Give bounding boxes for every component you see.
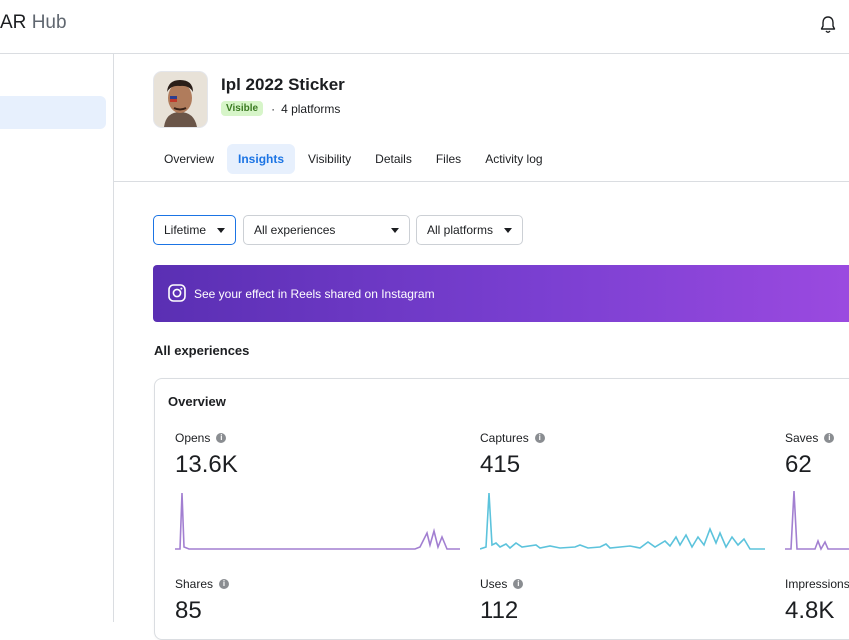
time-range-label: Lifetime	[164, 223, 207, 237]
metric-shares: Shares i 85	[175, 577, 230, 625]
effect-title: Ipl 2022 Sticker	[221, 75, 345, 94]
banner-text: See your effect in Reels shared on Insta…	[194, 287, 435, 301]
metric-saves: Saves i 62	[785, 431, 835, 479]
platform-count: 4 platforms	[281, 101, 341, 116]
tab-overview[interactable]: Overview	[153, 144, 225, 174]
reels-banner[interactable]: See your effect in Reels shared on Insta…	[153, 265, 849, 322]
info-icon[interactable]: i	[534, 433, 545, 443]
captures-sparkline	[480, 492, 765, 550]
info-icon[interactable]: i	[216, 433, 227, 443]
metric-impressions: Impressions 4.8K	[785, 577, 849, 625]
brand-sub: Hub	[31, 12, 67, 33]
metric-uses: Uses i 112	[480, 577, 524, 625]
caret-down-icon	[217, 227, 225, 233]
top-bar: AR Hub	[0, 0, 849, 54]
metric-label: Uses	[480, 577, 508, 591]
metric-value: 112	[480, 597, 519, 624]
bell-icon[interactable]	[817, 14, 839, 36]
status-badge: Visible	[221, 101, 264, 116]
info-icon[interactable]: i	[824, 433, 835, 443]
app-brand[interactable]: AR Hub	[0, 12, 67, 34]
saves-sparkline	[785, 490, 849, 551]
tab-details[interactable]: Details	[364, 144, 423, 174]
overview-title: Overview	[168, 394, 226, 409]
metric-label: Captures	[480, 431, 529, 445]
metric-value: 13.6K	[175, 451, 238, 478]
sidebar	[0, 54, 114, 622]
metric-label: Impressions	[785, 577, 849, 591]
tab-insights[interactable]: Insights	[227, 144, 296, 174]
caret-down-icon	[504, 227, 512, 233]
experience-label: All experiences	[254, 223, 336, 237]
overview-card: Overview Opens i 13.6K Captures i 415 Save…	[154, 378, 849, 640]
experience-dropdown[interactable]: All experiences	[243, 215, 410, 245]
instagram-icon	[168, 284, 186, 302]
info-icon[interactable]: i	[513, 579, 524, 589]
metric-label: Opens	[175, 431, 211, 445]
tab-files[interactable]: Files	[425, 144, 472, 174]
sidebar-item-selected[interactable]	[0, 96, 106, 129]
time-range-dropdown[interactable]: Lifetime	[153, 215, 236, 245]
caret-down-icon	[391, 227, 399, 233]
metric-value: 415	[480, 451, 521, 478]
tab-activity-log[interactable]: Activity log	[474, 144, 553, 174]
tab-divider	[114, 181, 849, 182]
platform-label: All platforms	[427, 223, 494, 237]
metric-label: Saves	[785, 431, 819, 445]
effect-meta: Visible · 4 platforms	[221, 101, 340, 116]
effect-thumbnail	[154, 72, 207, 127]
opens-sparkline	[175, 492, 460, 550]
tab-bar: Overview Insights Visibility Details Fil…	[153, 144, 556, 174]
metric-value: 4.8K	[785, 597, 835, 624]
section-title: All experiences	[154, 343, 250, 358]
metric-value: 62	[785, 451, 812, 478]
metric-label: Shares	[175, 577, 214, 591]
metric-opens: Opens i 13.6K	[175, 431, 238, 479]
meta-separator: ·	[271, 101, 276, 116]
brand-main: AR	[0, 12, 27, 33]
info-icon[interactable]: i	[219, 579, 230, 589]
tab-visibility[interactable]: Visibility	[297, 144, 362, 174]
metric-value: 85	[175, 597, 202, 624]
platform-dropdown[interactable]: All platforms	[416, 215, 523, 245]
metric-captures: Captures i 415	[480, 431, 545, 479]
